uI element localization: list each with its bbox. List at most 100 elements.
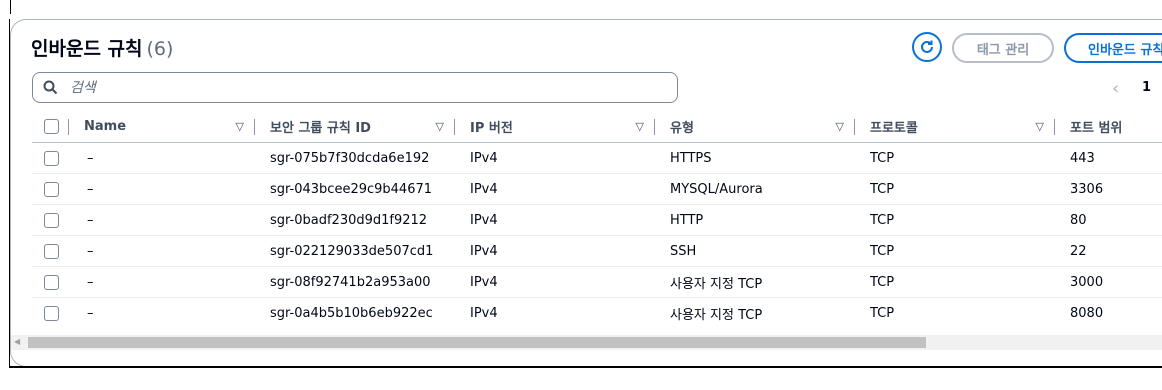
type-cell: 사용자 지정 TCP: [654, 298, 854, 329]
row-select-cell: [32, 204, 72, 236]
cell-text: IPv4: [470, 305, 498, 321]
scroll-left-icon[interactable]: ◀: [14, 337, 20, 346]
cell-text: SSH: [670, 243, 697, 259]
window-edge: [9, 366, 1162, 368]
sort-down-icon[interactable]: ▽: [436, 120, 444, 133]
ip-version-cell: IPv4: [454, 204, 654, 236]
table-row[interactable]: – sgr-08f92741b2a953a00 IPv4 사용자 지정 TCP …: [32, 266, 1162, 298]
sort-down-icon[interactable]: ▽: [636, 120, 644, 133]
cell-text: 3306: [1070, 181, 1104, 197]
name-cell: –: [72, 266, 254, 298]
cell-text: sgr-075b7f30dcda6e192: [270, 150, 430, 166]
cell-text: IPv4: [470, 181, 498, 197]
column-header-port-range[interactable]: 포트 범위: [1054, 111, 1162, 143]
row-select-cell: [32, 298, 72, 329]
type-cell: MYSQL/Aurora: [654, 173, 854, 205]
column-header-rule-id[interactable]: 보안 그룹 규칙 ID ▽: [254, 111, 454, 143]
cell-text: TCP: [870, 150, 895, 166]
protocol-cell: TCP: [854, 235, 1054, 267]
row-checkbox[interactable]: [44, 181, 59, 197]
sort-down-icon[interactable]: ▽: [236, 120, 244, 133]
cell-text: 사용자 지정 TCP: [670, 276, 763, 292]
select-all-checkbox[interactable]: [44, 119, 59, 134]
column-header-protocol[interactable]: 프로토콜 ▽: [854, 111, 1054, 143]
cell-text: sgr-0badf230d9d1f9212: [270, 212, 428, 228]
port-range-cell: 22: [1054, 235, 1162, 267]
row-select-cell: [32, 173, 72, 205]
rules-table: Name ▽ 보안 그룹 규칙 ID ▽ IP 버전 ▽ 유형 ▽ 프로토콜 ▽ 포트 범…: [32, 111, 1162, 328]
column-header-ip-version[interactable]: IP 버전 ▽: [454, 111, 654, 143]
protocol-cell: TCP: [854, 298, 1054, 329]
cell-text: sgr-022129033de507cd1: [270, 243, 434, 259]
ip-version-cell: IPv4: [454, 235, 654, 267]
ip-version-cell: IPv4: [454, 266, 654, 298]
row-checkbox[interactable]: [44, 274, 59, 290]
type-cell: 사용자 지정 TCP: [654, 266, 854, 298]
cell-text: 8080: [1070, 305, 1104, 321]
row-checkbox[interactable]: [44, 212, 59, 228]
protocol-cell: TCP: [854, 204, 1054, 236]
cell-text: IPv4: [470, 243, 498, 259]
scrollbar-thumb[interactable]: [28, 337, 926, 348]
name-cell: –: [72, 298, 254, 329]
search-field[interactable]: [32, 72, 678, 103]
type-cell: SSH: [654, 235, 854, 267]
row-select-cell: [32, 142, 72, 174]
cell-text: IPv4: [470, 274, 498, 290]
edit-inbound-rules-button[interactable]: 인바운드 규칙 편집: [1064, 33, 1162, 63]
column-divider: [654, 118, 655, 135]
cell-text: TCP: [870, 305, 895, 321]
name-cell: –: [72, 204, 254, 236]
refresh-icon: [921, 40, 933, 53]
cell-text: TCP: [870, 181, 895, 197]
cell-text: –: [87, 181, 94, 197]
cell-text: –: [87, 274, 94, 290]
row-checkbox[interactable]: [44, 243, 59, 259]
column-label: 포트 범위: [1070, 121, 1123, 136]
table-row[interactable]: – sgr-075b7f30dcda6e192 IPv4 HTTPS TCP 4…: [32, 142, 1162, 174]
search-icon: [43, 80, 58, 95]
cell-text: MYSQL/Aurora: [670, 181, 763, 197]
cell-text: –: [87, 305, 94, 321]
sort-down-icon[interactable]: ▽: [1036, 120, 1044, 133]
column-label: 프로토콜: [870, 121, 918, 136]
rule-id-cell: sgr-043bcee29c9b44671: [254, 173, 454, 205]
previous-page-icon[interactable]: ‹: [1112, 78, 1119, 99]
table-row[interactable]: – sgr-043bcee29c9b44671 IPv4 MYSQL/Auror…: [32, 173, 1162, 205]
row-select-cell: [32, 266, 72, 298]
port-range-cell: 3306: [1054, 173, 1162, 205]
cell-text: –: [87, 212, 94, 228]
column-divider: [68, 118, 69, 135]
cell-text: TCP: [870, 243, 895, 259]
manage-tags-button[interactable]: 태그 관리: [952, 33, 1054, 63]
rule-id-cell: sgr-022129033de507cd1: [254, 235, 454, 267]
table-row[interactable]: – sgr-0badf230d9d1f9212 IPv4 HTTP TCP 80: [32, 204, 1162, 236]
table-row[interactable]: – sgr-0a4b5b10b6eb922ec IPv4 사용자 지정 TCP …: [32, 298, 1162, 329]
column-header-type[interactable]: 유형 ▽: [654, 111, 854, 143]
cell-text: –: [87, 150, 94, 166]
column-label: IP 버전: [470, 121, 513, 136]
cell-text: sgr-0a4b5b10b6eb922ec: [270, 305, 433, 321]
table-header-row: Name ▽ 보안 그룹 규칙 ID ▽ IP 버전 ▽ 유형 ▽ 프로토콜 ▽ 포트 범…: [32, 111, 1162, 143]
cell-text: –: [87, 243, 94, 259]
row-checkbox[interactable]: [44, 150, 59, 166]
protocol-cell: TCP: [854, 142, 1054, 174]
cell-text: 80: [1070, 212, 1087, 228]
name-cell: –: [72, 142, 254, 174]
search-input[interactable]: [68, 78, 632, 97]
column-divider: [1054, 118, 1055, 135]
column-divider: [854, 118, 855, 135]
table-row[interactable]: – sgr-022129033de507cd1 IPv4 SSH TCP 22: [32, 235, 1162, 267]
type-cell: HTTPS: [654, 142, 854, 174]
column-divider: [254, 118, 255, 135]
row-checkbox[interactable]: [44, 305, 59, 321]
column-header-name[interactable]: Name ▽: [68, 111, 254, 143]
page-number[interactable]: 1: [1142, 80, 1151, 95]
name-cell: –: [72, 235, 254, 267]
sort-down-icon[interactable]: ▽: [836, 120, 844, 133]
cell-text: 22: [1070, 243, 1087, 259]
ip-version-cell: IPv4: [454, 142, 654, 174]
refresh-button[interactable]: [912, 32, 942, 62]
port-range-cell: 80: [1054, 204, 1162, 236]
rule-id-cell: sgr-0a4b5b10b6eb922ec: [254, 298, 454, 329]
